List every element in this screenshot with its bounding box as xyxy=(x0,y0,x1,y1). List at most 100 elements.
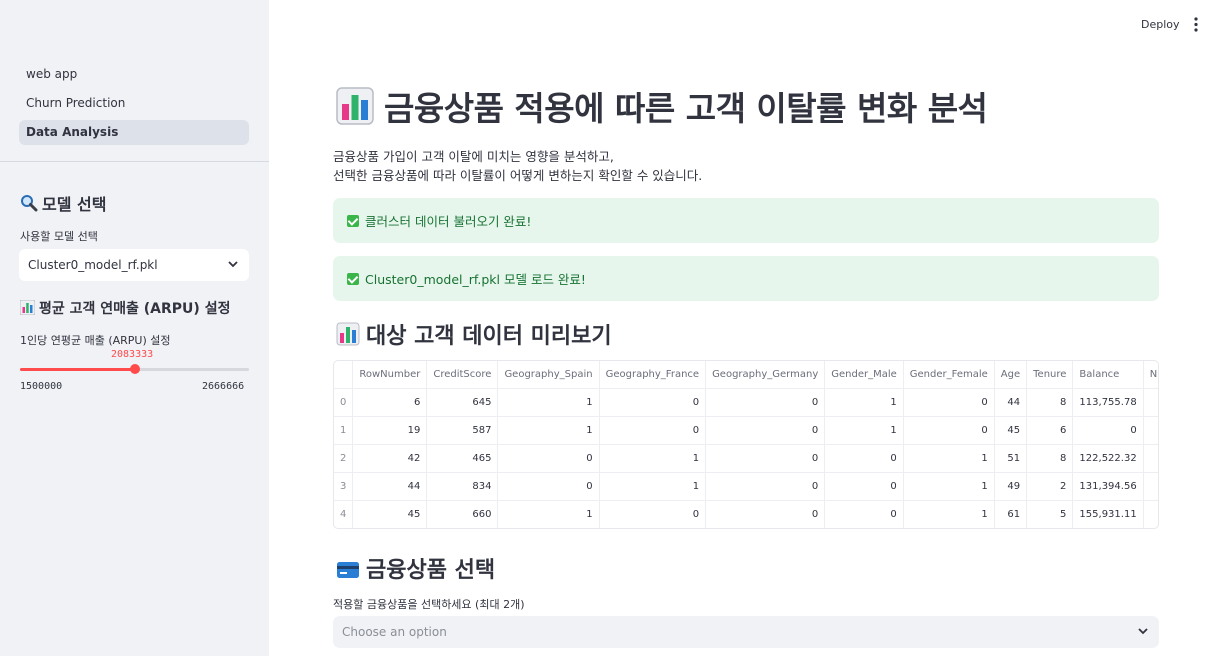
table-cell[interactable]: 113,755.78 xyxy=(1072,388,1144,417)
table-cell[interactable]: 8 xyxy=(1026,444,1074,473)
table-cell[interactable]: 1 xyxy=(824,388,904,417)
table-cell[interactable]: 1 xyxy=(497,416,600,445)
arpu-slider[interactable] xyxy=(20,364,249,374)
table-cell[interactable]: 6 xyxy=(1026,416,1074,445)
table-cell[interactable]: 0 xyxy=(1072,416,1144,445)
arpu-title: 평균 고객 연매출 (ARPU) 설정 xyxy=(39,301,231,317)
table-cell[interactable]: 49 xyxy=(994,472,1028,501)
check-box-icon xyxy=(347,214,359,227)
product-multiselect[interactable]: Choose an option xyxy=(333,616,1159,648)
table-cell[interactable]: 0 xyxy=(824,472,904,501)
table-cell[interactable]: 834 xyxy=(426,472,499,501)
table-cell[interactable]: 4 xyxy=(334,500,354,528)
table-cell[interactable]: 0 xyxy=(705,444,826,473)
table-cell[interactable]: 645 xyxy=(426,388,499,417)
arpu-slider-max: 2666666 xyxy=(202,381,245,392)
table-cell[interactable]: 1 xyxy=(903,500,995,528)
arpu-slider-thumb[interactable] xyxy=(129,364,140,374)
table-cell[interactable]: 0 xyxy=(705,416,826,445)
chevron-down-icon xyxy=(227,249,239,293)
col-age[interactable]: Age xyxy=(994,361,1028,389)
table-cell[interactable]: 1 xyxy=(903,444,995,473)
table-cell[interactable]: 1 xyxy=(599,444,707,473)
table-cell[interactable]: 465 xyxy=(426,444,499,473)
table-cell[interactable]: 0 xyxy=(705,472,826,501)
col-geography-germany[interactable]: Geography_Germany xyxy=(705,361,826,389)
table-cell[interactable]: 0 xyxy=(705,388,826,417)
col-gender-male[interactable]: Gender_Male xyxy=(824,361,904,389)
col-numproducts[interactable]: Nur xyxy=(1143,361,1158,389)
product-select-label: 적용할 금융상품을 선택하세요 (최대 2개) xyxy=(333,598,525,611)
product-multiselect-placeholder: Choose an option xyxy=(342,625,447,639)
table-cell[interactable]: 44 xyxy=(352,472,428,501)
table-cell[interactable]: 42 xyxy=(352,444,428,473)
col-gender-female[interactable]: Gender_Female xyxy=(903,361,995,389)
table-cell[interactable] xyxy=(1143,416,1158,445)
table-cell[interactable]: 0 xyxy=(497,444,600,473)
table-cell[interactable] xyxy=(1143,500,1158,528)
arpu-slider-fill xyxy=(20,368,135,371)
more-menu-icon[interactable] xyxy=(1186,14,1206,36)
col-geography-spain[interactable]: Geography_Spain xyxy=(497,361,600,389)
col-creditscore[interactable]: CreditScore xyxy=(426,361,499,389)
table-cell[interactable]: 660 xyxy=(426,500,499,528)
model-select[interactable]: Cluster0_model_rf.pkl xyxy=(19,249,249,281)
table-row: 0 6 645 1 0 0 1 0 44 8 113,755.78 xyxy=(334,388,1158,417)
table-cell[interactable]: 0 xyxy=(599,416,707,445)
table-cell[interactable]: 1 xyxy=(903,472,995,501)
table-cell[interactable]: 2 xyxy=(334,444,354,473)
table-cell[interactable]: 0 xyxy=(903,388,995,417)
arpu-header: 평균 고객 연매출 (ARPU) 설정 xyxy=(19,298,231,319)
table-cell[interactable]: 1 xyxy=(497,500,600,528)
table-cell[interactable]: 0 xyxy=(334,388,354,417)
table-cell[interactable]: 0 xyxy=(903,416,995,445)
preview-header: 대상 고객 데이터 미리보기 xyxy=(336,318,612,352)
description-line-2: 선택한 금융상품에 따라 이탈률이 어떻게 변하는지 확인할 수 있습니다. xyxy=(333,168,703,183)
table-cell[interactable] xyxy=(1143,444,1158,473)
col-tenure[interactable]: Tenure xyxy=(1026,361,1074,389)
table-cell[interactable]: 1 xyxy=(497,388,600,417)
table-cell[interactable]: 0 xyxy=(824,500,904,528)
table-cell[interactable]: 587 xyxy=(426,416,499,445)
table-cell[interactable]: 155,931.11 xyxy=(1072,500,1144,528)
table-cell[interactable]: 45 xyxy=(352,500,428,528)
table-cell[interactable]: 0 xyxy=(599,500,707,528)
product-header-text: 금융상품 선택 xyxy=(366,558,496,583)
table-cell[interactable]: 3 xyxy=(334,472,354,501)
table-cell[interactable]: 122,522.32 xyxy=(1072,444,1144,473)
deploy-button[interactable]: Deploy xyxy=(1135,16,1186,33)
table-cell[interactable] xyxy=(1143,388,1158,417)
table-cell[interactable]: 2 xyxy=(1026,472,1074,501)
table-cell[interactable]: 0 xyxy=(705,500,826,528)
table-cell[interactable]: 44 xyxy=(994,388,1028,417)
col-balance[interactable]: Balance xyxy=(1072,361,1144,389)
check-box-icon xyxy=(347,272,359,285)
table-cell[interactable]: 0 xyxy=(497,472,600,501)
bar-chart-icon xyxy=(336,87,374,133)
table-cell[interactable]: 8 xyxy=(1026,388,1074,417)
data-preview-table[interactable]: RowNumber CreditScore Geography_Spain Ge… xyxy=(333,360,1159,529)
table-cell[interactable]: 45 xyxy=(994,416,1028,445)
table-cell[interactable]: 1 xyxy=(824,416,904,445)
description-line-1: 금융상품 가입이 고객 이탈에 미치는 영향을 분석하고, xyxy=(333,149,614,164)
success-alert-data: 클러스터 데이터 불러오기 완료! xyxy=(333,198,1159,243)
col-geography-france[interactable]: Geography_France xyxy=(599,361,707,389)
table-cell[interactable]: 0 xyxy=(824,444,904,473)
table-cell[interactable]: 1 xyxy=(334,416,354,445)
table-cell[interactable]: 19 xyxy=(352,416,428,445)
table-cell[interactable]: 51 xyxy=(994,444,1028,473)
table-cell[interactable]: 6 xyxy=(352,388,428,417)
table-cell[interactable] xyxy=(1143,472,1158,501)
nav-item-data-analysis[interactable]: Data Analysis xyxy=(19,120,249,145)
nav-item-web-app[interactable]: web app xyxy=(19,62,249,87)
table-cell[interactable]: 5 xyxy=(1026,500,1074,528)
success-alert-model: Cluster0_model_rf.pkl 모델 로드 완료! xyxy=(333,256,1159,301)
table-cell[interactable]: 61 xyxy=(994,500,1028,528)
table-cell[interactable]: 131,394.56 xyxy=(1072,472,1144,501)
table-cell[interactable]: 0 xyxy=(599,388,707,417)
col-index[interactable] xyxy=(334,361,354,389)
nav-item-churn-prediction[interactable]: Churn Prediction xyxy=(19,91,249,116)
model-select-value: Cluster0_model_rf.pkl xyxy=(28,258,158,272)
col-rownumber[interactable]: RowNumber xyxy=(352,361,428,389)
table-cell[interactable]: 1 xyxy=(599,472,707,501)
